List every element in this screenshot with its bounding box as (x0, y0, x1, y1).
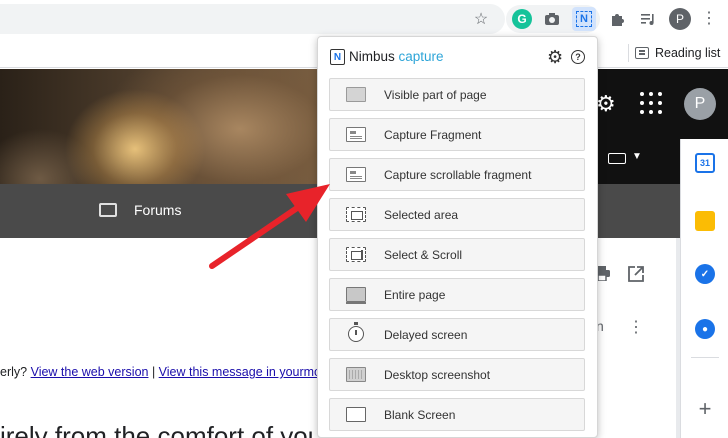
menu-desktop-screenshot[interactable]: Desktop screenshot (329, 358, 585, 391)
add-addon-icon[interactable]: + (695, 398, 715, 420)
select-scroll-icon (346, 247, 366, 262)
menu-capture-fragment[interactable]: Capture Fragment (329, 118, 585, 151)
profile-avatar[interactable]: P (669, 8, 691, 30)
calendar-icon[interactable]: 31 (695, 153, 715, 173)
blank-screen-icon (346, 407, 366, 422)
address-bar[interactable] (0, 4, 505, 34)
nimbus-capture-popup: N Nimbus capture ⚙ ? Visible part of pag… (317, 36, 598, 438)
menu-visible-part[interactable]: Visible part of page (329, 78, 585, 111)
email-separator: | (148, 365, 159, 379)
menu-capture-scrollable-fragment[interactable]: Capture scrollable fragment (329, 158, 585, 191)
email-line-prefix: erly? (0, 365, 31, 379)
tasks-icon[interactable]: ✓ (695, 264, 715, 284)
selected-area-icon (346, 207, 366, 222)
menu-blank-screen[interactable]: Blank Screen (329, 398, 585, 431)
forums-icon (99, 203, 117, 217)
menu-selected-area[interactable]: Selected area (329, 198, 585, 231)
popup-header: N Nimbus capture ⚙ ? (318, 37, 599, 77)
menu-item-label: Blank Screen (384, 408, 456, 422)
popup-settings-icon[interactable]: ⚙ (547, 47, 563, 68)
nimbus-brand: Nimbus capture (349, 49, 444, 64)
reading-list-icon (635, 47, 649, 59)
menu-item-label: Entire page (384, 288, 446, 302)
timer-icon (348, 322, 364, 342)
keep-icon[interactable] (695, 211, 715, 231)
scrollable-fragment-icon (346, 167, 366, 182)
menu-item-label: Capture Fragment (384, 128, 482, 142)
caret-down-icon[interactable]: ▼ (632, 151, 642, 162)
google-side-panel: 31 ✓ ● + (680, 139, 728, 438)
menu-delayed-screen[interactable]: Delayed screen (329, 318, 585, 351)
email-heading-text: irely from the comfort of your (0, 421, 318, 438)
brand-name: Nimbus (349, 49, 395, 64)
contacts-icon[interactable]: ● (695, 319, 715, 339)
browser-menu-icon[interactable]: ⋮ (700, 8, 718, 30)
star-icon[interactable]: ☆ (470, 8, 492, 30)
side-panel-divider (691, 357, 719, 358)
page-scrollbar[interactable] (676, 238, 680, 438)
entire-page-icon (346, 287, 366, 304)
google-apps-icon[interactable] (640, 92, 662, 114)
web-version-link[interactable]: View the web version (31, 365, 149, 379)
browser-toolbar: ☆ G N P ⋮ (0, 0, 728, 38)
nimbus-logo-icon: N (330, 49, 345, 65)
media-queue-icon[interactable] (637, 8, 659, 30)
keyboard-icon[interactable] (608, 153, 626, 164)
mobile-version-link[interactable]: View this message in yourmobi (159, 365, 318, 379)
menu-item-label: Selected area (384, 208, 459, 222)
reading-list-button[interactable]: Reading list (628, 44, 720, 62)
menu-item-label: Visible part of page (384, 88, 487, 102)
more-options-icon[interactable]: ⋮ (628, 317, 644, 337)
help-icon[interactable]: ? (571, 50, 585, 64)
grammarly-icon[interactable]: G (512, 9, 532, 29)
visible-page-icon (346, 87, 366, 102)
account-avatar[interactable]: P (684, 88, 716, 120)
menu-select-scroll[interactable]: Select & Scroll (329, 238, 585, 271)
desktop-icon (346, 367, 366, 382)
settings-gear-icon[interactable]: ⚙ (596, 91, 616, 117)
nimbus-extension-icon[interactable]: N (572, 7, 596, 31)
fragment-icon (346, 127, 366, 142)
open-new-window-icon[interactable] (628, 266, 644, 287)
reading-list-label: Reading list (655, 46, 721, 60)
menu-item-label: Delayed screen (384, 328, 468, 342)
menu-item-label: Capture scrollable fragment (384, 168, 532, 182)
nav-forums[interactable]: Forums (134, 202, 181, 218)
brand-suffix: capture (394, 49, 444, 64)
puzzle-icon[interactable] (606, 8, 628, 30)
camera-icon[interactable] (541, 8, 563, 30)
nimbus-extension-letter: N (576, 11, 592, 27)
email-header-line: erly? View the web version | View this m… (0, 365, 318, 379)
menu-item-label: Desktop screenshot (384, 368, 491, 382)
menu-entire-page[interactable]: Entire page (329, 278, 585, 311)
menu-item-label: Select & Scroll (384, 248, 463, 262)
